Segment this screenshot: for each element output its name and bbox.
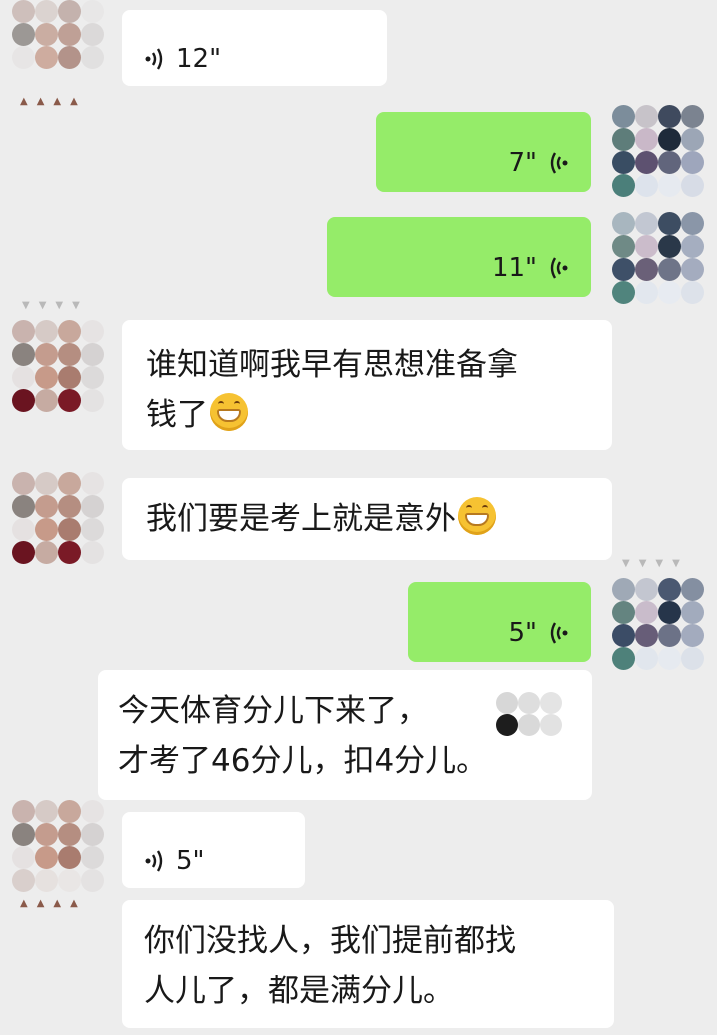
avatar-fragment: ▲▲▲▲ [20,898,87,909]
grin-emoji-icon [210,393,248,431]
voice-wave-icon [145,850,163,872]
message-text-line: 我们要是考上就是意外 [146,501,456,537]
voice-duration: 7" [508,148,537,178]
voice-duration: 5" [508,618,537,648]
avatar-contact[interactable] [12,472,104,564]
message-text-line: 才考了46分儿，扣4分儿。 [118,743,488,779]
avatar-self[interactable] [612,105,704,197]
voice-message-bubble[interactable]: 12" [122,10,387,86]
avatar-contact[interactable] [12,0,104,80]
message-text-line: 人儿了，都是满分儿。 [144,973,454,1009]
avatar-contact[interactable] [12,320,104,412]
voice-duration: 11" [491,253,537,283]
avatar-self[interactable] [612,212,704,304]
text-message-bubble[interactable]: 今天体育分儿下来了， 才考了46分儿，扣4分儿。 [98,670,592,800]
text-message-bubble[interactable]: 我们要是考上就是意外 [122,478,612,560]
voice-wave-icon [550,152,568,174]
voice-message-bubble[interactable]: 7" [376,112,591,192]
voice-wave-icon [550,622,568,644]
voice-wave-icon [550,257,568,279]
voice-duration: 12" [176,44,222,74]
avatar-fragment: ▼▼▼▼ [22,300,89,311]
message-text-line: 今天体育分儿下来了， [118,693,428,729]
voice-message-bubble[interactable]: 5" [122,812,305,888]
message-text-line: 谁知道啊我早有思想准备拿 [146,347,518,383]
avatar-fragment: ▼▼▼▼ [622,558,689,569]
avatar-self[interactable] [612,578,704,670]
grin-emoji-icon [458,497,496,535]
avatar-fragment: ▲▲▲▲ [20,96,87,107]
text-message-bubble[interactable]: 谁知道啊我早有思想准备拿 钱了 [122,320,612,450]
text-message-bubble[interactable]: 你们没找人，我们提前都找 人儿了，都是满分儿。 [122,900,614,1028]
message-text-line: 你们没找人，我们提前都找 [144,923,516,959]
voice-wave-icon [145,48,163,70]
avatar-contact[interactable] [12,800,104,892]
message-text-line: 钱了 [146,397,208,433]
voice-duration: 5" [176,846,205,876]
voice-message-bubble[interactable]: 11" [327,217,591,297]
sticker-fragment [496,692,562,736]
voice-message-bubble[interactable]: 5" [408,582,591,662]
